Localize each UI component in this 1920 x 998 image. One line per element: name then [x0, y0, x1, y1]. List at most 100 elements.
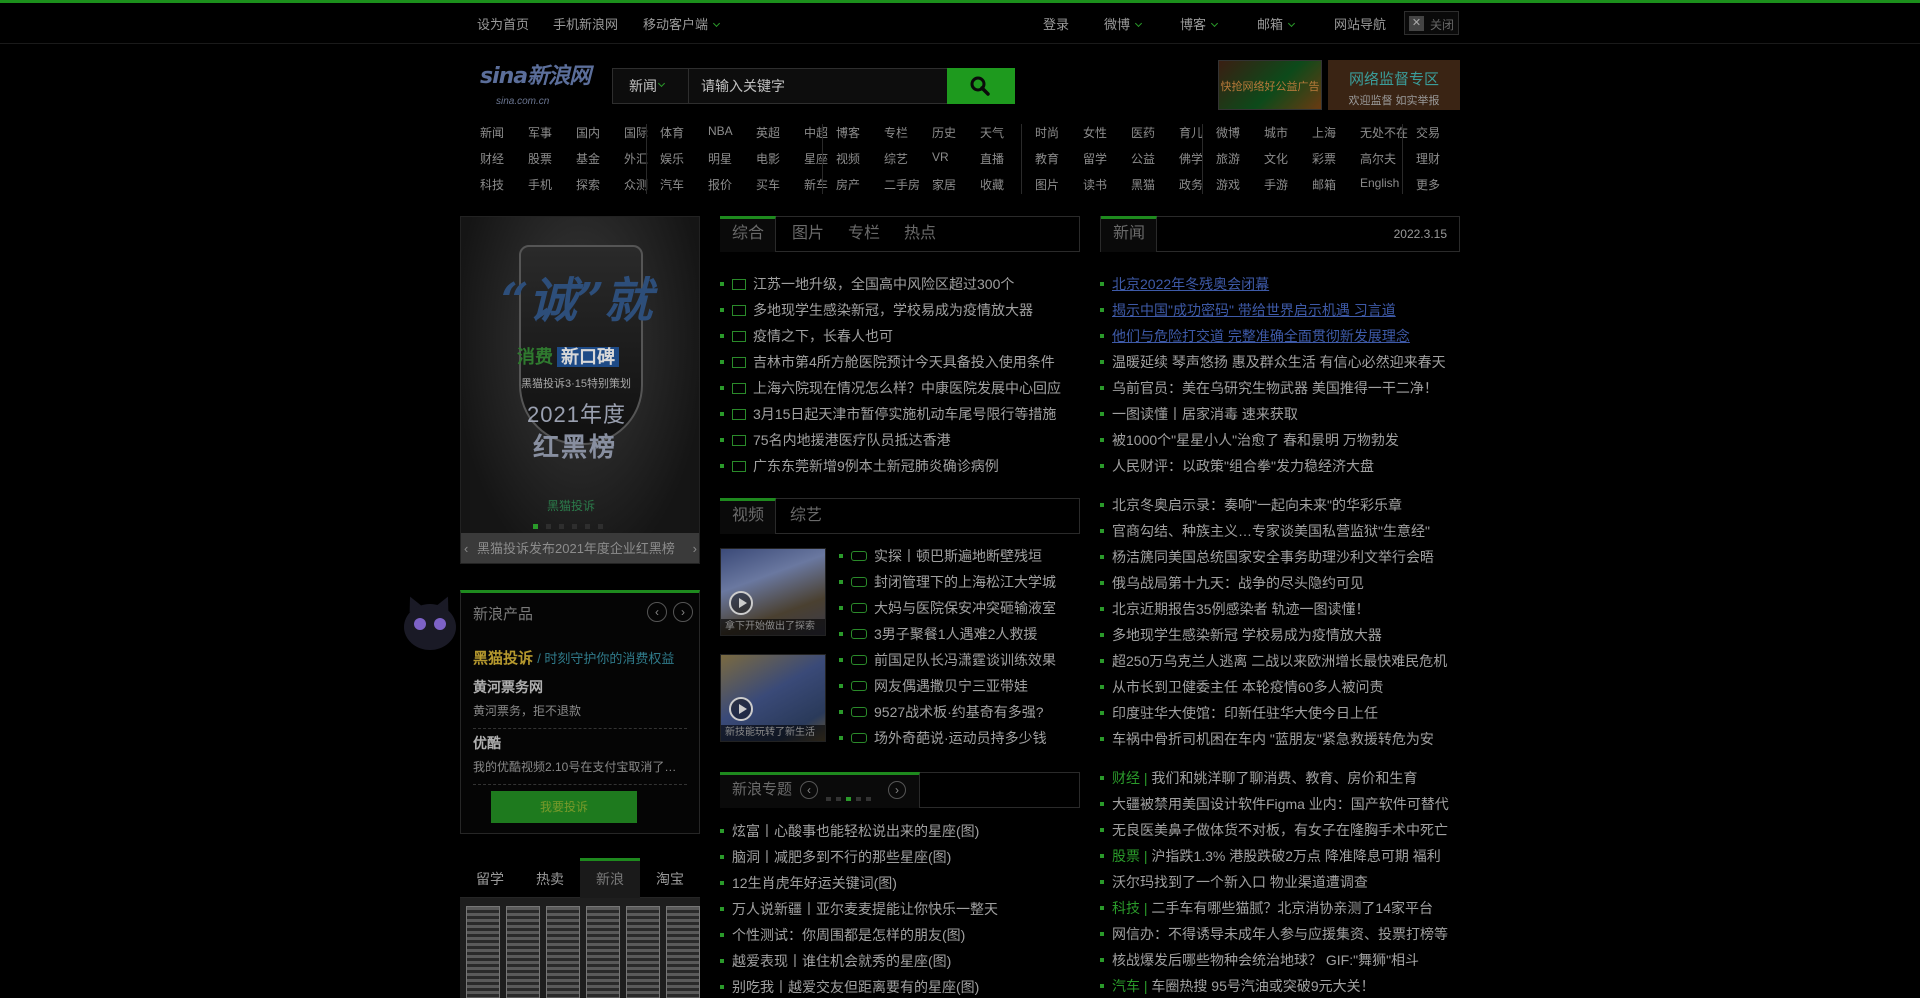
nav-link[interactable]: 股票 — [528, 150, 552, 167]
sina-logo[interactable]: sina新浪网 sina.com.cn — [478, 58, 592, 108]
nav-link[interactable]: 基金 — [576, 150, 600, 167]
carousel-dot[interactable] — [572, 524, 577, 529]
nav-link[interactable]: 军事 — [528, 124, 552, 141]
news-link[interactable]: 3男子聚餐1人遇难2人救援 — [839, 624, 1037, 644]
news-link[interactable]: 俄乌战局第十九天：战争的尽头隐约可见 — [1100, 573, 1364, 593]
nav-link[interactable]: 众测 — [624, 176, 648, 193]
news-link[interactable]: 杨洁篪同美国总统国家安全事务助理沙利文举行会晤 — [1100, 547, 1434, 567]
carousel-dot[interactable] — [559, 524, 564, 529]
nav-link[interactable]: 报价 — [708, 176, 732, 193]
mobile-sina-link[interactable]: 手机新浪网 — [553, 14, 618, 33]
nav-link[interactable]: 旅游 — [1216, 150, 1240, 167]
news-link[interactable]: 汽车 | 车圈热搜 95号汽油或突破9元大关！ — [1100, 976, 1375, 996]
news-link[interactable]: 炫富丨心酸事也能轻松说出来的星座(图) — [720, 821, 979, 841]
news-link[interactable]: 北京近期报告35例感染者 轨迹一图读懂！ — [1100, 599, 1369, 619]
nav-link[interactable]: 房产 — [836, 176, 860, 193]
tab-video[interactable]: 视频 — [720, 498, 776, 534]
nav-link[interactable]: 探索 — [576, 176, 600, 193]
nav-link[interactable]: 娱乐 — [660, 150, 684, 167]
tab-news[interactable]: 新闻 — [1101, 216, 1157, 252]
news-link[interactable]: 无良医美鼻子做体货不对板，有女子在隆胸手术中死亡 — [1100, 820, 1448, 840]
tab-pictures[interactable]: 图片 — [792, 216, 824, 252]
nav-link[interactable]: 明星 — [708, 150, 732, 167]
site-nav-link[interactable]: 网站导航 — [1334, 14, 1386, 33]
news-link[interactable]: 3月15日起天津市暂停实施机动车尾号限行等措施 — [720, 404, 1056, 424]
news-link[interactable]: 网信办：不得诱导未成年人参与应援集资、投票打榜等 — [1100, 924, 1448, 944]
nav-link[interactable]: 女性 — [1083, 124, 1107, 141]
heimao-brand-line[interactable]: 黑猫投诉 / 时刻守护你的消费权益 — [473, 647, 674, 668]
nav-link[interactable]: 外汇 — [624, 150, 648, 167]
nav-link[interactable]: 电影 — [756, 150, 780, 167]
carousel-dot[interactable] — [533, 524, 538, 529]
news-link[interactable]: 一图读懂丨居家消毒 速来获取 — [1100, 404, 1298, 424]
news-link[interactable]: 多地现学生感染新冠，学校易成为疫情放大器 — [720, 300, 1033, 320]
nav-link[interactable]: 育儿 — [1179, 124, 1203, 141]
nav-link[interactable]: 理财 — [1416, 150, 1440, 167]
nav-link[interactable]: 财经 — [480, 150, 504, 167]
nav-link[interactable]: 图片 — [1035, 176, 1059, 193]
nav-link[interactable]: 医药 — [1131, 124, 1155, 141]
nav-link[interactable]: 文化 — [1264, 150, 1288, 167]
tab-columns[interactable]: 专栏 — [848, 216, 880, 252]
login-link[interactable]: 登录 — [1043, 14, 1069, 33]
carousel-dot[interactable] — [585, 524, 590, 529]
nav-link[interactable]: VR — [932, 150, 949, 164]
nav-link[interactable]: 游戏 — [1216, 176, 1240, 193]
complaint-item[interactable]: 黄河票务网 黄河票务，拒不退款 — [473, 677, 687, 729]
nav-link[interactable]: 汽车 — [660, 176, 684, 193]
nav-link[interactable]: 专栏 — [884, 124, 908, 141]
news-link[interactable]: 北京2022年冬残奥会闭幕 — [1100, 274, 1269, 294]
nav-link[interactable]: 国际 — [624, 124, 648, 141]
news-link[interactable]: 官商勾结、种族主义…专家谈美国私营监狱"生意经" — [1100, 521, 1430, 541]
news-link[interactable]: 他们与危险打交道 完整准确全面贯彻新发展理念 — [1100, 326, 1410, 346]
news-link[interactable]: 温暖延续 琴声悠扬 惠及群众生活 有信心必然迎来春天 — [1100, 352, 1446, 372]
mobile-client-link[interactable]: 移动客户端 — [643, 14, 721, 33]
news-link[interactable]: 万人说新疆丨亚尔麦麦提能让你快乐一整天 — [720, 899, 998, 919]
nav-link[interactable]: 中超 — [804, 124, 828, 141]
nav-link[interactable]: 公益 — [1131, 150, 1155, 167]
tab-taobao[interactable]: 淘宝 — [640, 858, 700, 898]
nav-link[interactable]: 读书 — [1083, 176, 1107, 193]
carousel-dot[interactable] — [598, 524, 603, 529]
search-button[interactable] — [947, 68, 1015, 104]
news-link[interactable]: 核战爆发后哪些物种会统治地球？ GIF:"舞狮"相斗 — [1100, 950, 1419, 970]
nav-link[interactable]: 博客 — [836, 124, 860, 141]
news-link[interactable]: 被1000个"星星小人"治愈了 春和景明 万物勃发 — [1100, 430, 1399, 450]
server-rack-image[interactable] — [460, 898, 700, 998]
nav-link[interactable]: 更多 — [1416, 176, 1440, 193]
complaint-item[interactable]: 优酷 我的优酷视频2.10号在支付宝取消了自动续费 — [473, 733, 687, 785]
blog-menu[interactable]: 博客 — [1180, 14, 1219, 33]
news-link[interactable]: 江苏一地升级，全国高中风险区超过300个 — [720, 274, 1014, 294]
carousel-dot[interactable] — [546, 524, 551, 529]
news-link[interactable]: 越爱表现丨谁住机会就秀的星座(图) — [720, 951, 951, 971]
prev-arrow-icon[interactable]: ‹ — [647, 602, 667, 622]
close-button[interactable]: ✕ 关闭 — [1404, 11, 1459, 35]
news-link[interactable]: 12生肖虎年好运关键词(图) — [720, 873, 897, 893]
nav-link[interactable]: 二手房 — [884, 176, 920, 193]
file-complaint-button[interactable]: 我要投诉 — [491, 791, 637, 823]
nav-link[interactable]: NBA — [708, 124, 733, 138]
nav-link[interactable]: 历史 — [932, 124, 956, 141]
nav-link[interactable]: 科技 — [480, 176, 504, 193]
nav-link[interactable]: 微博 — [1216, 124, 1240, 141]
nav-link[interactable]: 佛学 — [1179, 150, 1203, 167]
nav-link[interactable]: 星座 — [804, 150, 828, 167]
news-link[interactable]: 多地现学生感染新冠 学校易成为疫情放大器 — [1100, 625, 1382, 645]
news-link[interactable]: 封闭管理下的上海松江大学城 — [839, 572, 1056, 592]
news-link[interactable]: 吉林市第4所方舱医院预计今天具备投入使用条件 — [720, 352, 1055, 372]
news-link[interactable]: 科技 | 二手车有哪些猫腻？北京消协亲测了14家平台 — [1100, 898, 1433, 918]
public-ad-banner[interactable]: 快抢网络好公益广告 — [1218, 60, 1322, 110]
news-link[interactable]: 股票 | 沪指跌1.3% 港股跌破2万点 降准降息可期 福利 — [1100, 846, 1441, 866]
nav-link[interactable]: 家居 — [932, 176, 956, 193]
search-category-select[interactable]: 新闻 — [613, 69, 689, 103]
news-link[interactable]: 大疆被禁用美国设计软件Figma 业内：国产软件可替代 — [1100, 794, 1449, 814]
video-thumbnail[interactable]: 新技能玩转了新生活 — [720, 654, 826, 742]
news-link[interactable]: 车祸中骨折司机困在车内 "蓝朋友"紧急救援转危为安 — [1100, 729, 1434, 749]
nav-link[interactable]: 直播 — [980, 150, 1004, 167]
news-link[interactable]: 场外奇葩说·运动员持多少钱 — [839, 728, 1047, 748]
news-link[interactable]: 别吃我丨越爱交友但距离要有的星座(图) — [720, 977, 979, 997]
banner-caption-text[interactable]: 黑猫投诉发布2021年度企业红黑榜 — [477, 541, 675, 556]
nav-link[interactable]: 无处不在 — [1360, 124, 1408, 141]
nav-link[interactable]: 新闻 — [480, 124, 504, 141]
next-arrow-icon[interactable]: › — [673, 602, 693, 622]
